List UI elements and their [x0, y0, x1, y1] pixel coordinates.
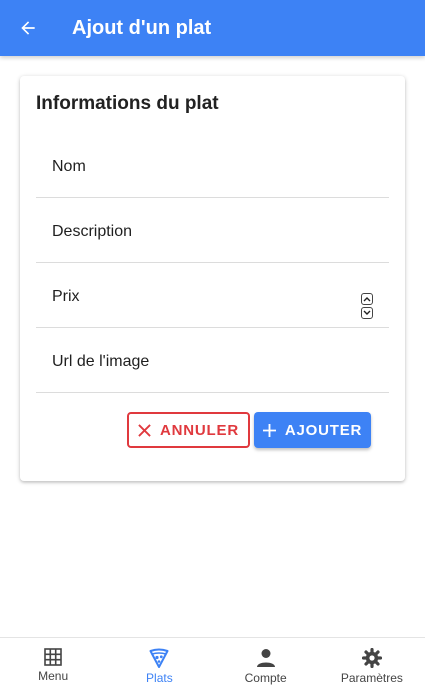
image-url-field-label: Url de l'image — [52, 353, 150, 370]
card-title: Informations du plat — [36, 93, 219, 114]
cancel-button[interactable]: ANNULER — [127, 412, 250, 448]
person-icon — [256, 649, 275, 667]
back-button[interactable] — [0, 0, 56, 56]
nav-label-plats: Plats — [146, 671, 173, 685]
description-field-label: Description — [52, 223, 133, 240]
name-field-label: Nom — [52, 158, 86, 175]
description-field[interactable]: Description — [36, 206, 389, 263]
add-button[interactable]: AJOUTER — [254, 412, 371, 448]
arrow-left-icon — [21, 21, 35, 35]
nav-label-compte: Compte — [244, 671, 287, 685]
nav-label-menu: Menu — [38, 669, 69, 683]
nav-label-parametres: Paramètres — [340, 671, 403, 685]
gear-icon — [361, 648, 382, 668]
name-field[interactable]: Nom — [36, 141, 389, 198]
add-button-label: AJOUTER — [284, 421, 363, 439]
nav-item-parametres[interactable]: Paramètres — [319, 638, 425, 695]
dish-form-card: Informations du plat Nom Description Pri… — [20, 76, 405, 481]
image-url-field[interactable]: Url de l'image — [36, 336, 389, 393]
decrement-button[interactable] — [361, 307, 373, 319]
page-title: Ajout d'un plat — [72, 16, 212, 39]
price-field-label: Prix — [52, 288, 80, 305]
cancel-button-label: ANNULER — [160, 421, 239, 439]
close-icon — [138, 423, 151, 437]
chevron-down-icon — [363, 310, 371, 315]
nav-item-menu[interactable]: Menu — [0, 638, 106, 695]
nav-item-plats[interactable]: Plats — [106, 638, 212, 695]
plus-icon — [262, 423, 276, 437]
nav-item-compte[interactable]: Compte — [213, 638, 319, 695]
increment-button[interactable] — [361, 293, 373, 305]
bottom-navigation: Menu Plats Compte Paramètres — [0, 637, 425, 695]
grid-icon — [44, 648, 62, 666]
price-field[interactable]: Prix — [36, 271, 389, 328]
chevron-up-icon — [363, 297, 371, 302]
price-stepper[interactable] — [361, 293, 373, 319]
app-bar: Ajout d'un plat — [0, 0, 425, 56]
pizza-icon — [149, 648, 169, 668]
